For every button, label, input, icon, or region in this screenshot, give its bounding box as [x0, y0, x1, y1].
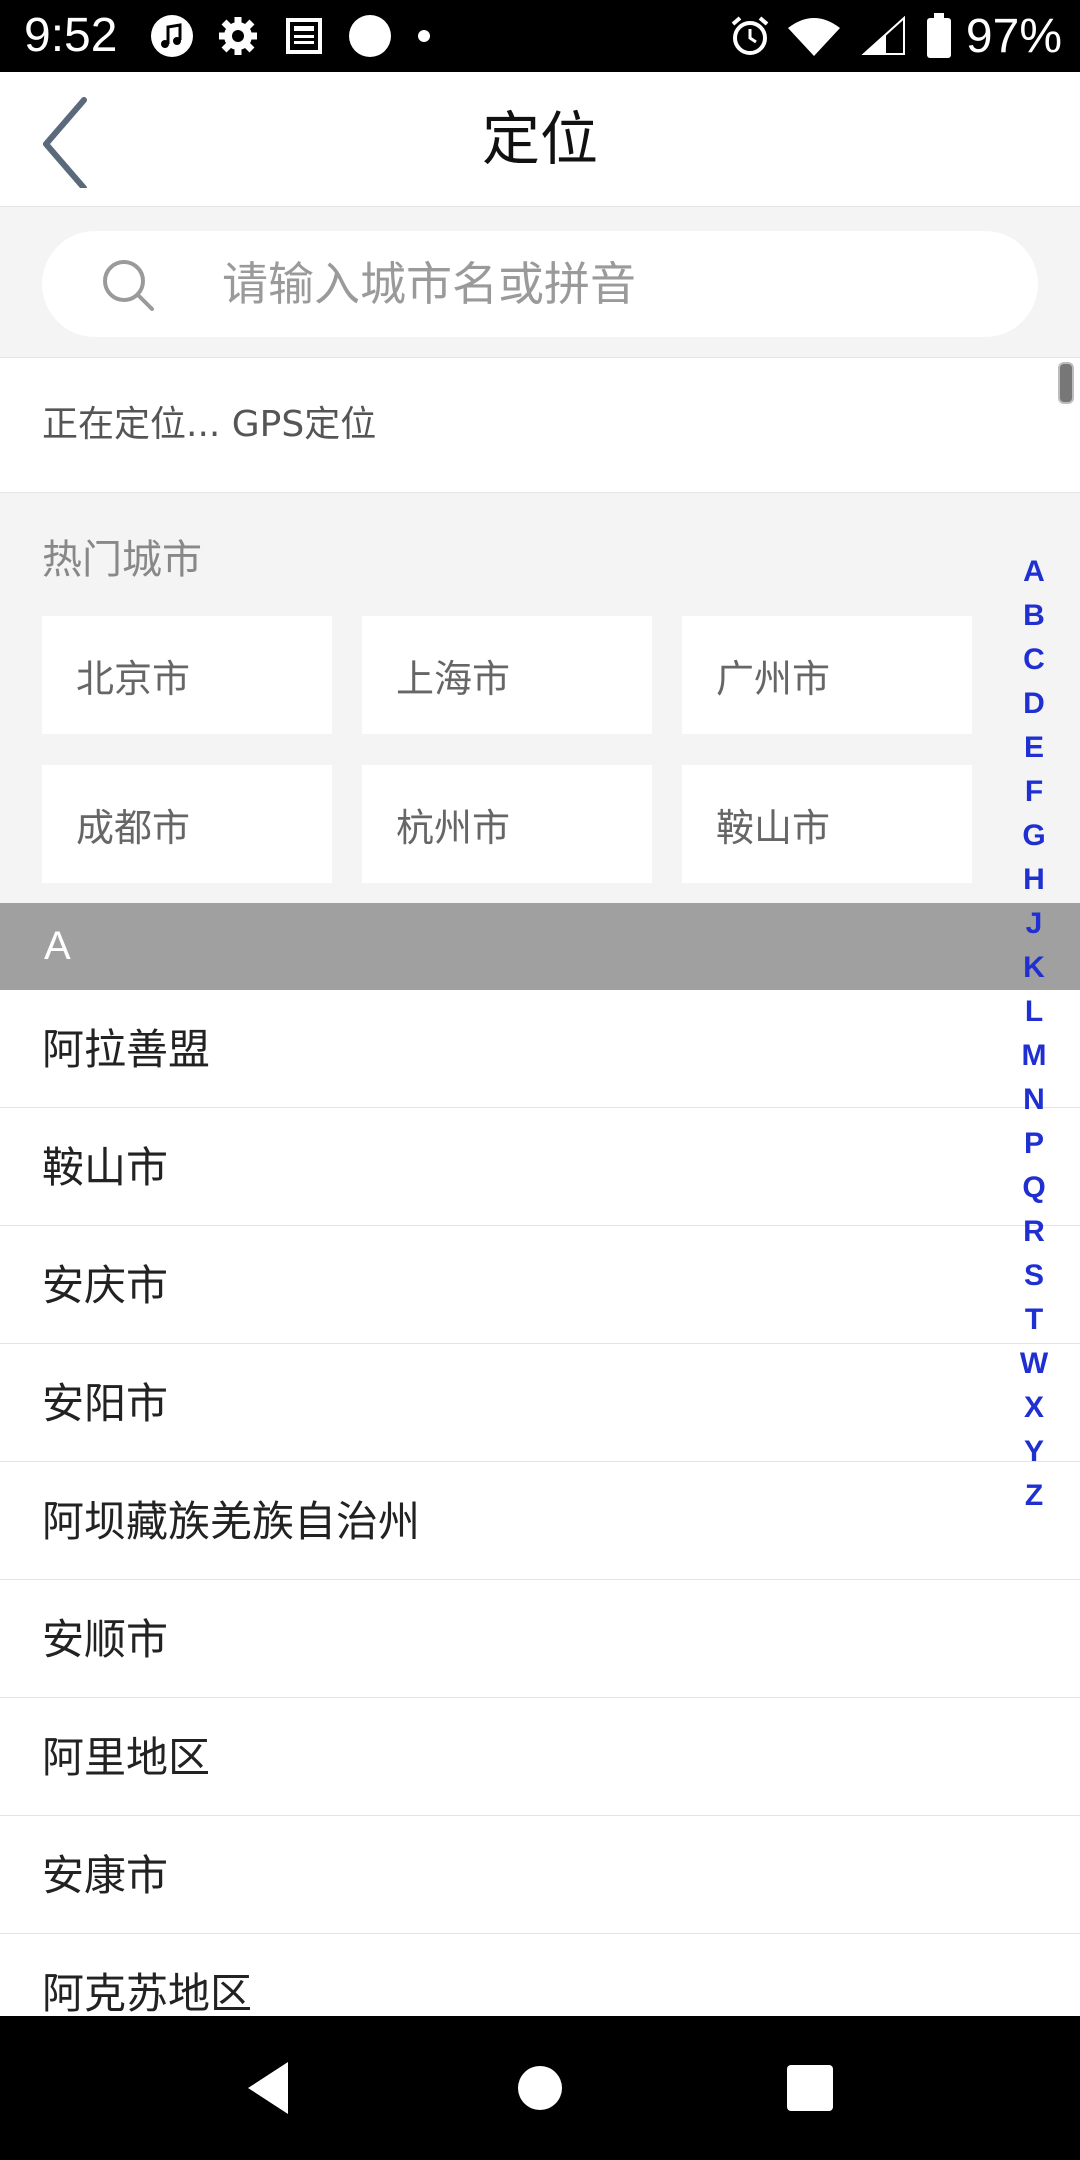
top-app-bar: 定位 [0, 72, 1080, 207]
system-nav-bar [0, 2016, 1080, 2160]
city-list-item[interactable]: 安阳市 [0, 1344, 1080, 1462]
dot-icon [418, 30, 430, 42]
city-list-item[interactable]: 安顺市 [0, 1580, 1080, 1698]
home-circle-icon[interactable] [506, 2054, 574, 2122]
city-name: 安阳市 [42, 1379, 169, 1428]
alphabet-index[interactable]: A B C D E F G H J K L M N P Q R S T W X … [1016, 550, 1052, 1518]
hot-cities-section: 热门城市 北京市 上海市 广州市 成都市 杭州市 鞍山市 [0, 493, 1080, 903]
city-name: 阿坝藏族羌族自治州 [42, 1497, 421, 1546]
index-letter-x[interactable]: X [1024, 1386, 1044, 1430]
search-icon [103, 260, 154, 311]
index-letter-b[interactable]: B [1023, 594, 1045, 638]
city-list-item[interactable]: 阿里地区 [0, 1698, 1080, 1816]
city-list-item[interactable]: 阿坝藏族羌族自治州 [0, 1462, 1080, 1580]
battery-icon [926, 13, 951, 58]
index-letter-q[interactable]: Q [1022, 1166, 1045, 1210]
city-name: 阿里地区 [42, 1733, 211, 1782]
circle-icon [349, 15, 391, 57]
index-letter-y[interactable]: Y [1024, 1430, 1044, 1474]
index-letter-w[interactable]: W [1020, 1342, 1048, 1386]
index-letter-f[interactable]: F [1025, 770, 1043, 814]
index-letter-e[interactable]: E [1024, 726, 1044, 770]
city-name: 阿克苏地区 [42, 1969, 253, 2018]
hot-city-button[interactable]: 北京市 [42, 616, 332, 734]
index-letter-z[interactable]: Z [1025, 1474, 1043, 1518]
back-triangle-icon[interactable] [236, 2054, 304, 2122]
index-letter-a[interactable]: A [1023, 550, 1045, 594]
index-letter-j[interactable]: J [1026, 902, 1043, 946]
search-box[interactable] [42, 231, 1042, 337]
status-right: 97% [728, 0, 1062, 72]
city-name: 安顺市 [42, 1615, 169, 1664]
signal-icon [861, 15, 905, 55]
index-letter-l[interactable]: L [1025, 990, 1043, 1034]
status-time: 9:52 [24, 9, 118, 62]
music-note-icon [151, 15, 193, 57]
hot-cities-title: 热门城市 [42, 537, 202, 583]
city-list-item[interactable]: 阿拉善盟 [0, 990, 1080, 1108]
current-location-row[interactable]: 正在定位... GPS定位 [0, 358, 1080, 493]
hot-city-button[interactable]: 鞍山市 [682, 765, 972, 883]
scrollbar-thumb[interactable] [1058, 362, 1074, 404]
recents-square-icon[interactable] [776, 2054, 844, 2122]
news-icon [286, 18, 322, 54]
city-name: 安康市 [42, 1851, 169, 1900]
hot-city-button[interactable]: 上海市 [362, 616, 652, 734]
index-letter-t[interactable]: T [1025, 1298, 1043, 1342]
section-header-a: A [0, 903, 1080, 990]
index-letter-h[interactable]: H [1023, 858, 1045, 902]
city-list: 阿拉善盟 鞍山市 安庆市 安阳市 阿坝藏族羌族自治州 安顺市 阿里地区 安康市 … [0, 990, 1080, 2052]
index-letter-s[interactable]: S [1024, 1254, 1044, 1298]
page-title: 定位 [481, 105, 598, 173]
city-name: 安庆市 [42, 1261, 169, 1310]
alarm-icon [731, 16, 769, 55]
index-letter-c[interactable]: C [1023, 638, 1045, 682]
search-input[interactable] [180, 231, 1042, 337]
index-letter-p[interactable]: P [1024, 1122, 1044, 1166]
hot-city-button[interactable]: 广州市 [682, 616, 972, 734]
locating-status: 正在定位... GPS定位 [42, 404, 377, 445]
gear-icon [219, 17, 257, 55]
index-letter-r[interactable]: R [1023, 1210, 1045, 1254]
hot-city-button[interactable]: 杭州市 [362, 765, 652, 883]
city-list-item[interactable]: 鞍山市 [0, 1108, 1080, 1226]
search-section [0, 207, 1080, 358]
city-name: 阿拉善盟 [42, 1025, 211, 1074]
city-list-item[interactable]: 安康市 [0, 1816, 1080, 1934]
hot-city-button[interactable]: 成都市 [42, 765, 332, 883]
index-letter-d[interactable]: D [1023, 682, 1045, 726]
city-list-item[interactable]: 安庆市 [0, 1226, 1080, 1344]
index-letter-g[interactable]: G [1022, 814, 1045, 858]
index-letter-m[interactable]: M [1022, 1034, 1047, 1078]
section-letter: A [44, 924, 71, 968]
status-left-icons [150, 14, 434, 58]
battery-percent: 97% [965, 9, 1062, 63]
city-name: 鞍山市 [42, 1143, 169, 1192]
status-bar: 9:52 97% [0, 0, 1080, 72]
wifi-icon [787, 18, 840, 56]
index-letter-k[interactable]: K [1023, 946, 1045, 990]
index-letter-n[interactable]: N [1023, 1078, 1045, 1122]
